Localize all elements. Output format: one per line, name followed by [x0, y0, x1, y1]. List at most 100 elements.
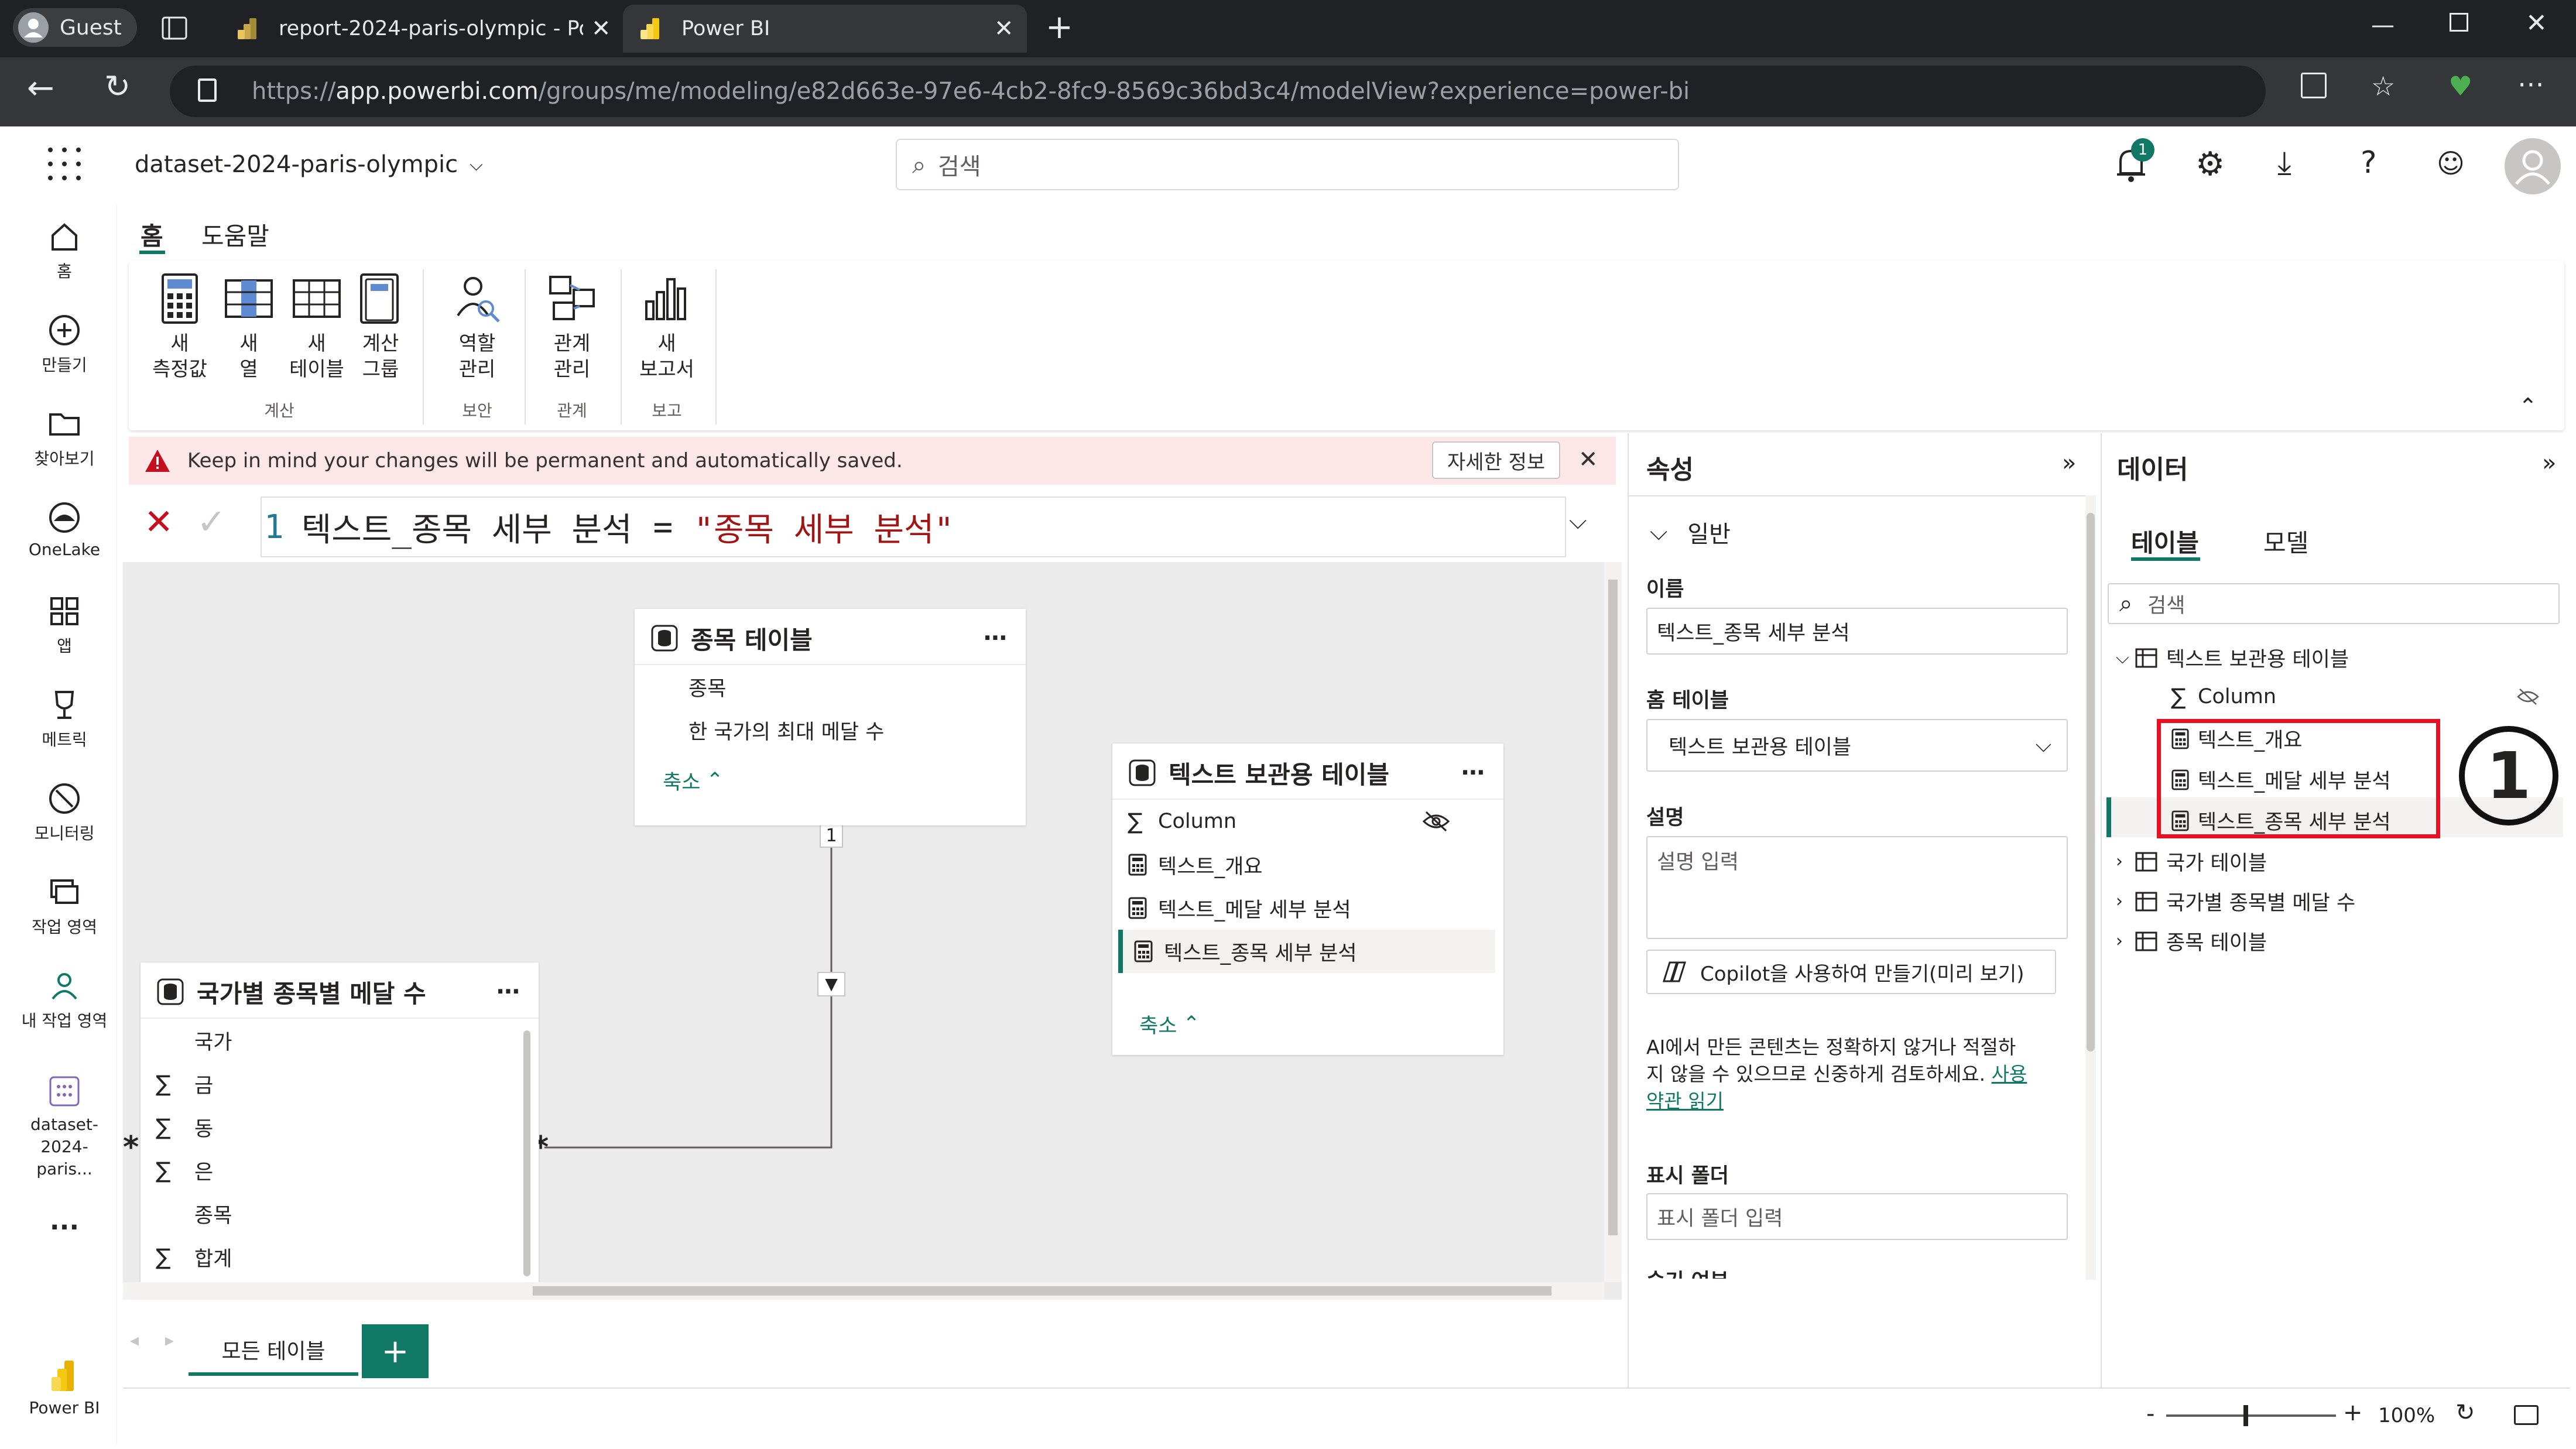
fit-to-screen-icon[interactable]: [2514, 1405, 2539, 1425]
browser-tab-powerbi[interactable]: Power BI ✕: [623, 5, 1027, 53]
download-icon[interactable]: ⤓: [2277, 144, 2291, 181]
nav-create[interactable]: 만들기: [6, 313, 123, 376]
more-info-button[interactable]: 자세한 정보: [1432, 441, 1561, 479]
collapse-link[interactable]: 축소 ⌃: [1112, 1002, 1503, 1046]
nav-metrics[interactable]: 메트릭: [6, 687, 123, 751]
field-row[interactable]: ∑ 합계: [141, 1235, 539, 1279]
collapse-ribbon-icon[interactable]: ⌃: [2519, 393, 2537, 419]
field-row[interactable]: 종목: [635, 665, 1026, 708]
manage-roles-button[interactable]: 역할 관리: [445, 272, 509, 382]
table-card-medal[interactable]: 국가별 종목별 메달 수 ⋯ 국가 ∑ 금 ∑ 동 ∑ 은 종목 ∑ 합계: [141, 962, 539, 1300]
hidden-eye-icon[interactable]: [1421, 810, 1451, 833]
new-tab-icon[interactable]: +: [1046, 8, 1073, 46]
nav-browse[interactable]: 찾아보기: [6, 406, 123, 470]
field-row[interactable]: ∑ 동: [141, 1105, 539, 1149]
nav-apps[interactable]: 앱: [6, 594, 123, 657]
tab-home[interactable]: 홈: [141, 217, 163, 252]
profile-button[interactable]: Guest: [13, 8, 137, 47]
collapse-pane-icon[interactable]: »: [2542, 450, 2556, 477]
tree-table-text-store[interactable]: ⌵ 텍스트 보관용 테이블: [2116, 643, 2349, 673]
close-tab-icon[interactable]: ✕: [591, 15, 611, 42]
browser-essentials-icon[interactable]: ♥: [2448, 70, 2472, 102]
vertical-scrollbar[interactable]: [1604, 562, 1622, 1282]
zoom-slider-thumb[interactable]: [2243, 1405, 2248, 1426]
home-table-dropdown[interactable]: 텍스트 보관용 테이블 ⌵: [1646, 719, 2068, 772]
tree-table-country[interactable]: › 국가 테이블: [2116, 847, 2267, 876]
tree-table-sport[interactable]: › 종목 테이블: [2116, 926, 2267, 956]
properties-scroll-thumb[interactable]: [2087, 513, 2095, 1051]
properties-scrollbar[interactable]: [2085, 495, 2096, 1280]
field-row-selected[interactable]: 텍스트_종목 세부 분석: [1118, 930, 1495, 973]
field-row[interactable]: ∑ 은: [141, 1149, 539, 1192]
copilot-create-button[interactable]: Copilot을 사용하여 만들기(미리 보기): [1646, 950, 2056, 994]
scroll-left-icon[interactable]: ◂: [130, 1330, 139, 1351]
new-column-button[interactable]: 새 열: [222, 272, 275, 382]
tree-table-medal[interactable]: › 국가별 종목별 메달 수: [2116, 886, 2355, 916]
back-icon[interactable]: ←: [27, 69, 54, 107]
tab-all-tables[interactable]: 모든 테이블: [189, 1327, 358, 1376]
cancel-formula-icon[interactable]: ✕: [144, 502, 173, 543]
close-tab-icon[interactable]: ✕: [994, 15, 1014, 42]
field-row[interactable]: 한 국가의 최대 메달 수: [635, 708, 1026, 752]
dismiss-warning-icon[interactable]: ✕: [1578, 446, 1598, 473]
nav-dataset[interactable]: dataset-2024-paris...: [6, 1074, 123, 1180]
horizontal-scrollbar[interactable]: [123, 1282, 1604, 1300]
card-header[interactable]: 종목 테이블 ⋯: [635, 612, 1026, 665]
tab-help[interactable]: 도움말: [201, 217, 269, 252]
minimize-icon[interactable]: —: [2371, 12, 2395, 39]
more-options-icon[interactable]: ⋯: [1461, 759, 1486, 786]
app-launcher-icon[interactable]: [48, 148, 83, 183]
description-textarea[interactable]: 설명 입력: [1646, 836, 2068, 939]
tree-field-column[interactable]: ∑ Column: [2171, 684, 2557, 710]
maximize-icon[interactable]: [2450, 13, 2468, 32]
commit-formula-icon[interactable]: ✓: [197, 502, 226, 543]
nav-my-workspace[interactable]: 내 작업 영역: [6, 968, 123, 1032]
manage-relationships-button[interactable]: 관계 관리: [540, 272, 604, 382]
field-row[interactable]: ∑ 금: [141, 1062, 539, 1105]
refresh-icon[interactable]: ↻: [104, 68, 131, 105]
new-table-button[interactable]: 새 테이블: [285, 272, 349, 382]
global-search-input[interactable]: ⌕ 검색: [896, 139, 1679, 190]
nav-onelake[interactable]: OneLake: [6, 500, 123, 559]
card-header[interactable]: 텍스트 보관용 테이블 ⋯: [1112, 747, 1503, 800]
filter-direction-icon[interactable]: ▼: [817, 972, 845, 996]
more-options-icon[interactable]: ⋯: [496, 978, 521, 1005]
browser-tab-report[interactable]: report-2024-paris-olympic - Powe ✕: [220, 5, 618, 53]
field-row[interactable]: ∑ Column: [1112, 800, 1503, 843]
zoom-out-icon[interactable]: -: [2146, 1400, 2154, 1427]
favorites-icon[interactable]: ☆: [2371, 70, 2395, 102]
calculation-group-button[interactable]: 계산 그룹: [351, 272, 410, 382]
window-close-icon[interactable]: ✕: [2526, 8, 2547, 38]
tab-model[interactable]: 모델: [2263, 523, 2308, 559]
scroll-right-icon[interactable]: ▸: [165, 1330, 174, 1351]
collapse-link[interactable]: 축소 ⌃: [635, 759, 1026, 802]
formula-editor[interactable]: 1 텍스트_종목 세부 분석 = "종목 세부 분석": [261, 496, 1566, 557]
expand-formula-icon[interactable]: ⌵: [1569, 508, 1587, 535]
section-general-toggle[interactable]: ⌵ 일반: [1650, 515, 1731, 549]
nav-workspaces[interactable]: 작업 영역: [6, 875, 123, 938]
vertical-scroll-thumb[interactable]: [1608, 580, 1618, 1235]
horizontal-scroll-thumb[interactable]: [533, 1286, 1551, 1296]
tab-tables[interactable]: 테이블: [2131, 523, 2199, 559]
terms-link[interactable]: 사용: [1992, 1063, 2027, 1085]
nav-monitoring[interactable]: 모니터링: [6, 781, 123, 844]
card-scrollbar[interactable]: [523, 1030, 530, 1276]
hidden-eye-icon[interactable]: [2516, 687, 2540, 706]
more-options-icon[interactable]: ⋯: [984, 625, 1008, 652]
terms-link-continued[interactable]: 약관 읽기: [1646, 1088, 2080, 1115]
feedback-icon[interactable]: ☺: [2437, 148, 2465, 179]
settings-more-icon[interactable]: ⋯: [2517, 68, 2544, 100]
split-screen-icon[interactable]: [2301, 73, 2327, 98]
field-row[interactable]: 국가: [141, 1019, 539, 1062]
nav-more[interactable]: ...: [6, 1206, 123, 1236]
model-canvas[interactable]: 1 ▼ * * 종목 테이블 ⋯ 종목 한 국가의 최대 메달 수 축소 ⌃ 텍스…: [123, 562, 1622, 1300]
new-report-button[interactable]: 새 보고서: [635, 272, 699, 382]
nav-home[interactable]: 홈: [6, 219, 123, 282]
table-card-sport[interactable]: 종목 테이블 ⋯ 종목 한 국가의 최대 메달 수 축소 ⌃: [635, 609, 1026, 825]
zoom-in-icon[interactable]: +: [2343, 1399, 2363, 1426]
field-row[interactable]: 종목: [141, 1192, 539, 1235]
add-layout-button[interactable]: +: [362, 1324, 429, 1378]
tab-actions-icon[interactable]: [162, 16, 187, 40]
field-row[interactable]: 텍스트_개요: [1112, 843, 1503, 886]
account-avatar[interactable]: [2505, 138, 2561, 194]
